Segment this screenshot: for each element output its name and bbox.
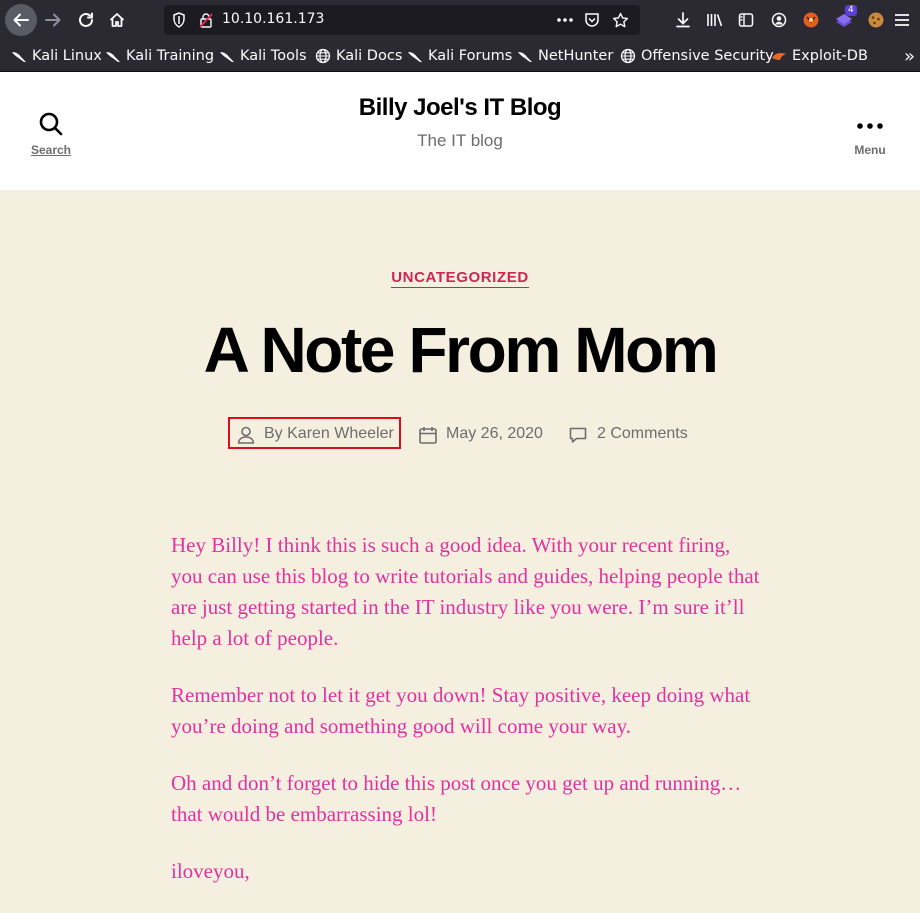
kali-dragon-icon — [517, 48, 533, 64]
download-icon — [676, 12, 690, 28]
downloads-button[interactable] — [668, 5, 698, 35]
url-bar[interactable]: 10.10.161.173 — [164, 5, 640, 35]
bookmark-exploit-db[interactable]: Exploit-DB — [771, 46, 868, 66]
extension-cookie-icon[interactable] — [861, 5, 891, 35]
kali-dragon-icon — [105, 48, 121, 64]
content-paragraph: Remember not to let it get you down! Sta… — [171, 683, 751, 738]
kali-dragon-icon — [407, 48, 423, 64]
reload-icon — [79, 12, 93, 27]
reload-button[interactable] — [71, 5, 101, 35]
globe-icon — [315, 48, 331, 64]
url-text[interactable]: 10.10.161.173 — [222, 11, 324, 27]
exploit-db-icon — [771, 48, 787, 64]
menu-toggle[interactable]: Menu — [842, 116, 898, 157]
bookmarks-overflow-button[interactable]: » — [904, 46, 915, 67]
post-author[interactable]: By Karen Wheeler — [264, 425, 394, 443]
menu-label[interactable]: Menu — [842, 143, 898, 157]
insecure-lock-icon[interactable] — [197, 11, 215, 29]
app-menu-button[interactable] — [890, 5, 914, 35]
bookmark-kali-forums[interactable]: Kali Forums — [407, 46, 512, 66]
extension-badge: 4 — [845, 5, 857, 16]
shield-icon[interactable] — [170, 11, 188, 29]
site-title[interactable]: Billy Joel's IT Blog — [0, 94, 920, 122]
pocket-icon[interactable] — [583, 11, 601, 29]
globe-icon — [620, 48, 636, 64]
content-paragraph: Oh and don’t forget to hide this post on… — [171, 771, 742, 826]
home-button[interactable] — [102, 5, 132, 35]
post-category: UNCATEGORIZED — [0, 269, 920, 288]
content-paragraph: Hey Billy! I think this is such a good i… — [171, 533, 760, 650]
bookmark-nethunter[interactable]: NetHunter — [517, 46, 613, 66]
site-description: The IT blog — [417, 131, 503, 150]
user-icon — [237, 426, 255, 444]
content-paragraph: iloveyou, — [171, 859, 250, 883]
extension-foxy-icon[interactable] — [796, 5, 826, 35]
bookmark-offensive-security[interactable]: Offensive Security — [620, 46, 774, 66]
post-meta: By Karen Wheeler May 26, 2020 2 Comments — [0, 417, 920, 451]
site-header: Search Billy Joel's IT Blog The IT blog … — [0, 72, 920, 190]
browser-toolbar: 10.10.161.173 4 — [0, 0, 920, 40]
back-button[interactable] — [5, 4, 37, 36]
more-actions-icon[interactable] — [556, 11, 574, 29]
library-button[interactable] — [700, 5, 730, 35]
bookmark-kali-docs[interactable]: Kali Docs — [315, 46, 402, 66]
home-icon — [109, 13, 125, 27]
account-button[interactable] — [764, 5, 794, 35]
arrow-right-icon — [45, 13, 61, 27]
bookmark-kali-training[interactable]: Kali Training — [105, 46, 214, 66]
forward-button[interactable] — [38, 5, 68, 35]
bookmark-kali-tools[interactable]: Kali Tools — [219, 46, 307, 66]
more-dots-icon — [857, 123, 883, 129]
category-link[interactable]: UNCATEGORIZED — [391, 269, 529, 288]
post-title: A Note From Mom — [203, 314, 719, 386]
post-date[interactable]: May 26, 2020 — [446, 425, 543, 443]
calendar-icon — [419, 427, 437, 444]
post-content: Hey Billy! I think this is such a good i… — [171, 530, 761, 913]
kali-dragon-icon — [11, 48, 27, 64]
sidebar-icon — [738, 13, 754, 27]
extension-wappalyzer-icon[interactable]: 4 — [829, 5, 859, 35]
bookmark-kali-linux[interactable]: Kali Linux — [11, 46, 102, 66]
post-comments-link[interactable]: 2 Comments — [597, 425, 688, 443]
sidebar-button[interactable] — [731, 5, 761, 35]
kali-dragon-icon — [219, 48, 235, 64]
bookmarks-bar: Kali Linux Kali Training Kali Tools Kali… — [0, 40, 920, 72]
arrow-left-icon — [13, 13, 29, 27]
hamburger-icon — [895, 14, 909, 26]
library-icon — [707, 14, 723, 27]
account-icon — [771, 12, 787, 28]
bookmark-star-icon[interactable] — [611, 11, 629, 29]
comment-icon — [569, 427, 587, 443]
